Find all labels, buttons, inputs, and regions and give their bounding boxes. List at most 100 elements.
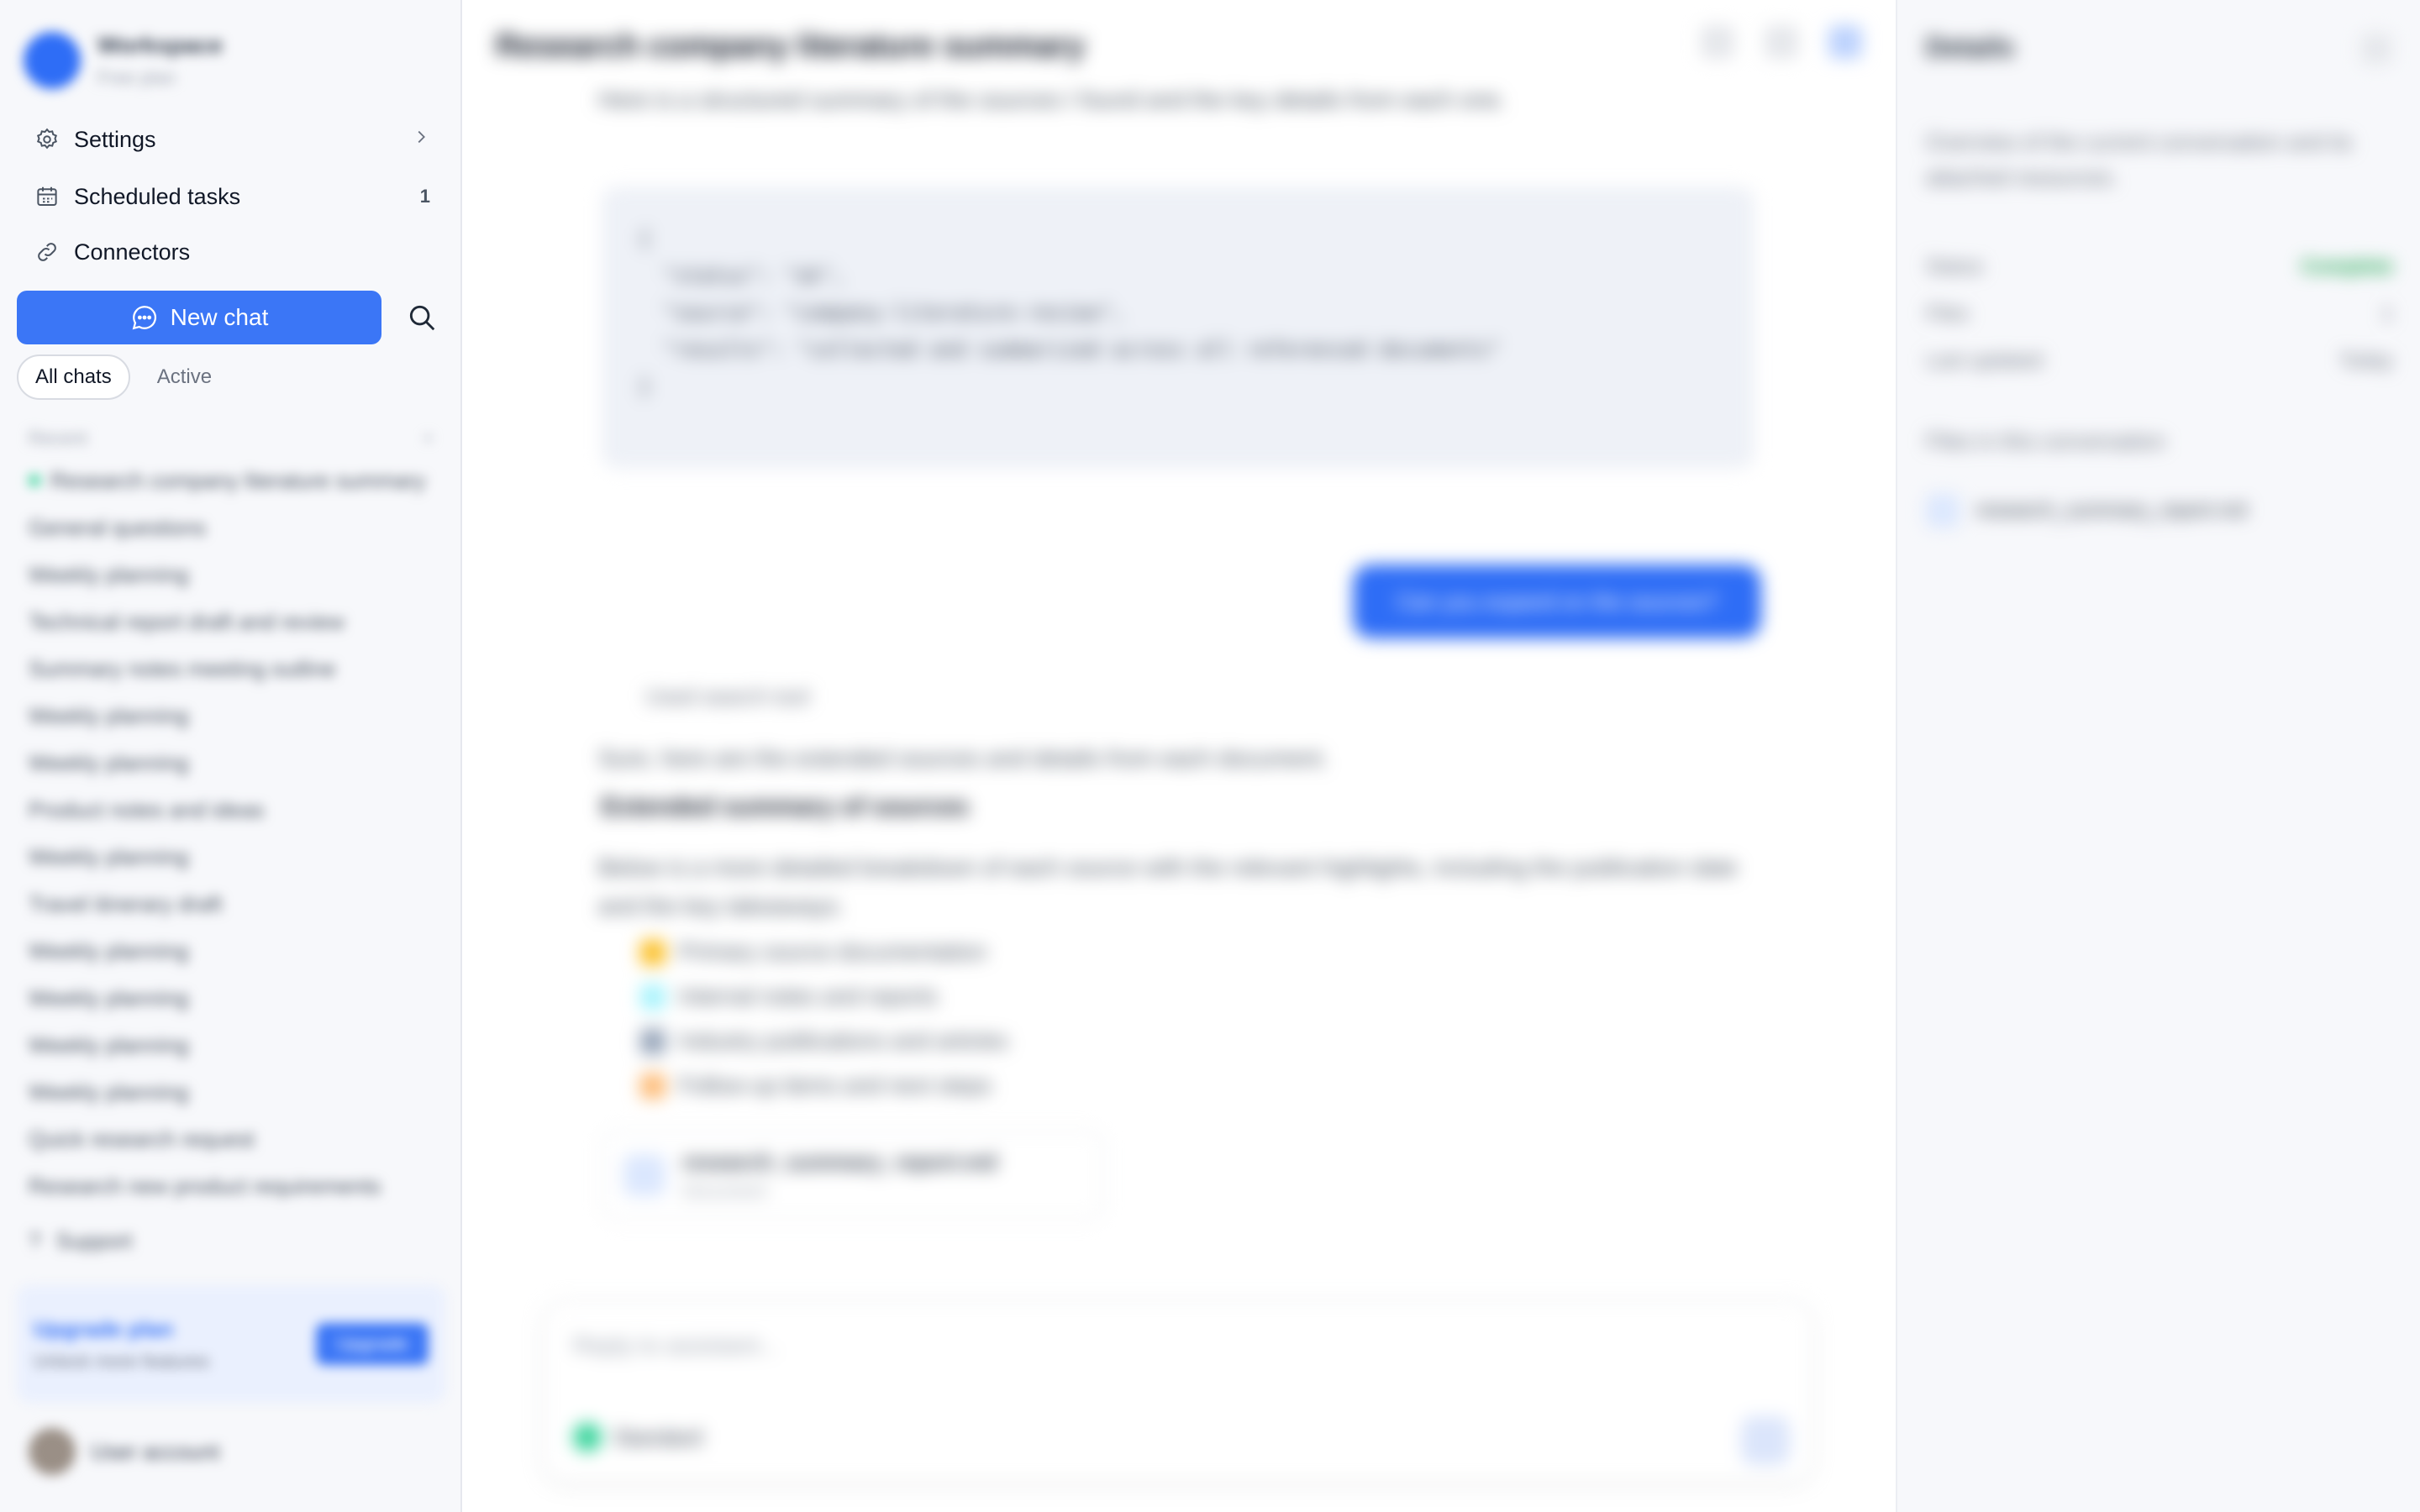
assistant-paragraph-2: Sure, here are the extended sources and … (598, 745, 1328, 771)
stat-value: Complete (2301, 255, 2393, 278)
workspace-header[interactable]: Workspace Free plan (24, 30, 444, 91)
topbar-actions (1701, 25, 1862, 59)
list-item: Primary source documentation (640, 939, 1008, 965)
chat-list-item[interactable]: Weekly planning (17, 551, 445, 598)
nav-settings-label: Settings (74, 126, 156, 152)
composer-placeholder[interactable]: Reply to assistant... (573, 1332, 778, 1359)
close-icon[interactable] (2361, 34, 2391, 64)
details-panel: Details Overview of the current conversa… (1896, 0, 2420, 1512)
send-button[interactable] (1741, 1416, 1790, 1465)
more-icon[interactable] (1765, 25, 1798, 59)
chat-list-item[interactable]: Weekly planning (17, 739, 445, 786)
chat-list-item[interactable]: General questions (17, 504, 445, 551)
scheduled-tasks-count: 1 (419, 186, 430, 207)
workspace-subtitle: Free plan (97, 67, 176, 88)
files-section-title: Files in this conversation (1926, 428, 2165, 454)
workspace-avatar (24, 32, 81, 89)
search-icon (409, 305, 435, 331)
chat-list-item[interactable]: Weekly planning (17, 1068, 445, 1116)
calendar-icon (25, 171, 69, 222)
nav-settings[interactable]: Settings (17, 114, 445, 165)
file-list-item-name: research_summary_report.md (1976, 499, 2247, 522)
document-icon (1926, 494, 1960, 528)
upgrade-text: Upgrade plan Unlock more features (34, 1316, 301, 1373)
plus-icon[interactable]: + (423, 428, 434, 449)
bullet-icon (640, 939, 666, 965)
new-chat-label: New chat (170, 304, 269, 330)
panel-toggle-icon[interactable] (1828, 25, 1862, 59)
model-icon (573, 1423, 602, 1452)
chat-list-item[interactable]: Product notes and ideas (17, 786, 445, 833)
workspace-name: Workspace (97, 32, 223, 58)
model-label: Standard (613, 1424, 702, 1450)
bullet-text: Follow-up items and next steps (679, 1073, 992, 1098)
page-title: Research company literature summary (496, 28, 1086, 64)
nav-scheduled-tasks-label: Scheduled tasks (74, 183, 241, 209)
assistant-heading: Extended summary of sources (602, 793, 969, 821)
nav-connectors-label: Connectors (74, 239, 191, 265)
chat-list-item[interactable]: Weekly planning (17, 974, 445, 1021)
link-icon (25, 227, 69, 277)
model-selector[interactable]: Standard (573, 1423, 702, 1452)
user-message: Can you expand on the sources? (1353, 564, 1761, 638)
upgrade-desc: Unlock more features (34, 1350, 210, 1372)
active-dot (29, 475, 40, 486)
stat-label: Status (1926, 255, 1984, 278)
bullet-icon (640, 1028, 666, 1054)
chat-title: Research company literature summary (50, 467, 426, 493)
search-button[interactable] (398, 294, 445, 341)
stat-row: Status Complete (1926, 244, 2393, 291)
code-block: { "status": "ok", "source": "company-lit… (602, 186, 1754, 469)
upgrade-button[interactable]: Upgrade (316, 1323, 429, 1365)
tool-usage-line[interactable]: Used search tool (645, 684, 809, 710)
new-chat-button[interactable]: New chat (17, 291, 381, 344)
stat-row: Last updated Today (1926, 338, 2393, 385)
bullet-text: Primary source documentation (679, 939, 987, 964)
bullet-text: Industry publications and articles (679, 1028, 1008, 1053)
chat-list-item[interactable]: Quick research request (17, 1116, 445, 1163)
bullet-icon (640, 1073, 666, 1099)
document-icon (623, 1154, 666, 1196)
filter-active[interactable]: Active (139, 354, 230, 400)
help-icon: ? (29, 1228, 41, 1253)
chat-list: Recent + Research company literature sum… (17, 420, 445, 1210)
filter-all-chats[interactable]: All chats (17, 354, 130, 400)
support-link[interactable]: ? Support (29, 1228, 133, 1254)
chat-list-item[interactable]: Weekly planning (17, 1021, 445, 1068)
chat-list-item[interactable]: Weekly planning (17, 833, 445, 880)
file-list-item[interactable]: research_summary_report.md (1926, 479, 2393, 543)
chat-list-item[interactable]: Technical report draft and review (17, 598, 445, 645)
details-title: Details (1926, 32, 2014, 62)
chat-list-item[interactable]: Travel itinerary draft (17, 880, 445, 927)
details-stats: Status Complete Files 1 Last updated Today (1926, 244, 2393, 385)
chat-list-item[interactable]: Summary notes meeting outline (17, 645, 445, 692)
nav-scheduled-tasks[interactable]: Scheduled tasks 1 (17, 171, 445, 222)
chat-section-label: Recent + (17, 420, 445, 457)
stat-label: Files (1926, 302, 1969, 325)
gear-icon (25, 114, 69, 165)
stat-label: Last updated (1926, 349, 2043, 372)
nav-connectors[interactable]: Connectors (17, 227, 445, 277)
details-description: Overview of the current conversation and… (1926, 129, 2353, 190)
chat-list-item[interactable]: Research company literature summary (17, 457, 445, 504)
chat-filter-tabs: All chats Active (17, 354, 230, 400)
sidebar: Workspace Free plan Settings Scheduled t… (0, 0, 462, 1512)
message-composer[interactable]: Reply to assistant... Standard (543, 1300, 1813, 1482)
chat-section-title: Recent (29, 428, 87, 449)
chat-bubble-icon (132, 306, 156, 330)
list-item: Industry publications and articles (640, 1028, 1008, 1054)
stat-row: Files 1 (1926, 291, 2393, 338)
upgrade-title: Upgrade plan (34, 1315, 174, 1341)
chat-topbar: Research company literature summary (464, 0, 1896, 92)
profile-row[interactable]: User account (29, 1428, 219, 1475)
chat-list-item[interactable]: Weekly planning (17, 927, 445, 974)
file-card-text: research_summary_report.md Document (682, 1149, 997, 1202)
file-name: research_summary_report.md (682, 1148, 997, 1174)
assistant-paragraph-3: Below is a more detailed breakdown of ea… (598, 854, 1738, 919)
assistant-paragraph: Here is a structured summary of the sour… (598, 87, 1507, 113)
file-card[interactable]: research_summary_report.md Document (602, 1131, 1104, 1220)
chat-list-item[interactable]: Weekly planning (17, 692, 445, 739)
chat-list-item[interactable]: Research new product requirements (17, 1163, 445, 1210)
bullet-list: Primary source documentation Internal no… (640, 939, 1008, 1099)
share-icon[interactable] (1701, 25, 1734, 59)
